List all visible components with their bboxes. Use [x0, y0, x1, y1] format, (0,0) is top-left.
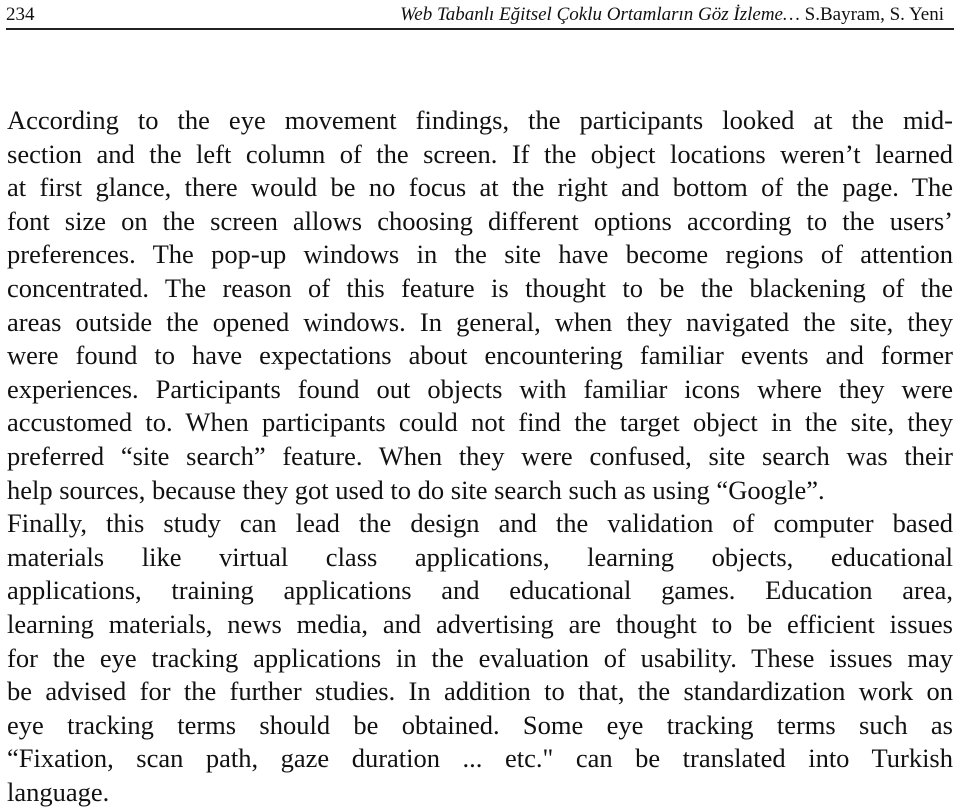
- text-line: experiences. Participants found out obje…: [7, 373, 953, 404]
- article-authors: S.Bayram, S. Yeni: [799, 4, 944, 25]
- text-line: areas outside the opened windows. In gen…: [7, 306, 953, 337]
- text-line: help sources, because they got used to d…: [7, 474, 825, 505]
- text-line: applications, training applications and …: [7, 575, 953, 606]
- text-line: concentrated. The reason of this feature…: [7, 272, 953, 303]
- text-line: “Fixation, scan path, gaze duration ... …: [7, 743, 953, 774]
- text-line: language.: [7, 776, 110, 807]
- text-line: font size on the screen allows choosing …: [7, 205, 953, 236]
- text-line: preferences. The pop-up windows in the s…: [7, 239, 953, 270]
- text-line: for the eye tracking applications in the…: [7, 642, 953, 673]
- text-line: According to the eye movement findings, …: [7, 105, 953, 135]
- text-line: Finally, this study can lead the design …: [7, 508, 953, 539]
- text-line: preferred “site search” feature. When th…: [7, 440, 953, 471]
- text-line: learning materials, news media, and adve…: [7, 608, 953, 639]
- text-line: materials like virtual class application…: [7, 541, 953, 572]
- running-title: Web Tabanlı Eğitsel Çoklu Ortamların Göz…: [400, 4, 944, 26]
- running-header: 234 Web Tabanlı Eğitsel Çoklu Ortamların…: [6, 0, 954, 30]
- text-line: accustomed to. When participants could n…: [7, 407, 953, 438]
- text-line: were found to have expectations about en…: [7, 340, 953, 371]
- text-line: eye tracking terms should be obtained. S…: [7, 709, 953, 740]
- page-number: 234: [6, 4, 35, 25]
- article-title: Web Tabanlı Eğitsel Çoklu Ortamların Göz…: [400, 4, 800, 25]
- body-paragraph: According to the eye movement findings, …: [7, 104, 953, 809]
- text-line: section and the left column of the scree…: [7, 138, 953, 169]
- text-line: be advised for the further studies. In a…: [7, 676, 953, 707]
- text-line: at first glance, there would be no focus…: [7, 172, 953, 203]
